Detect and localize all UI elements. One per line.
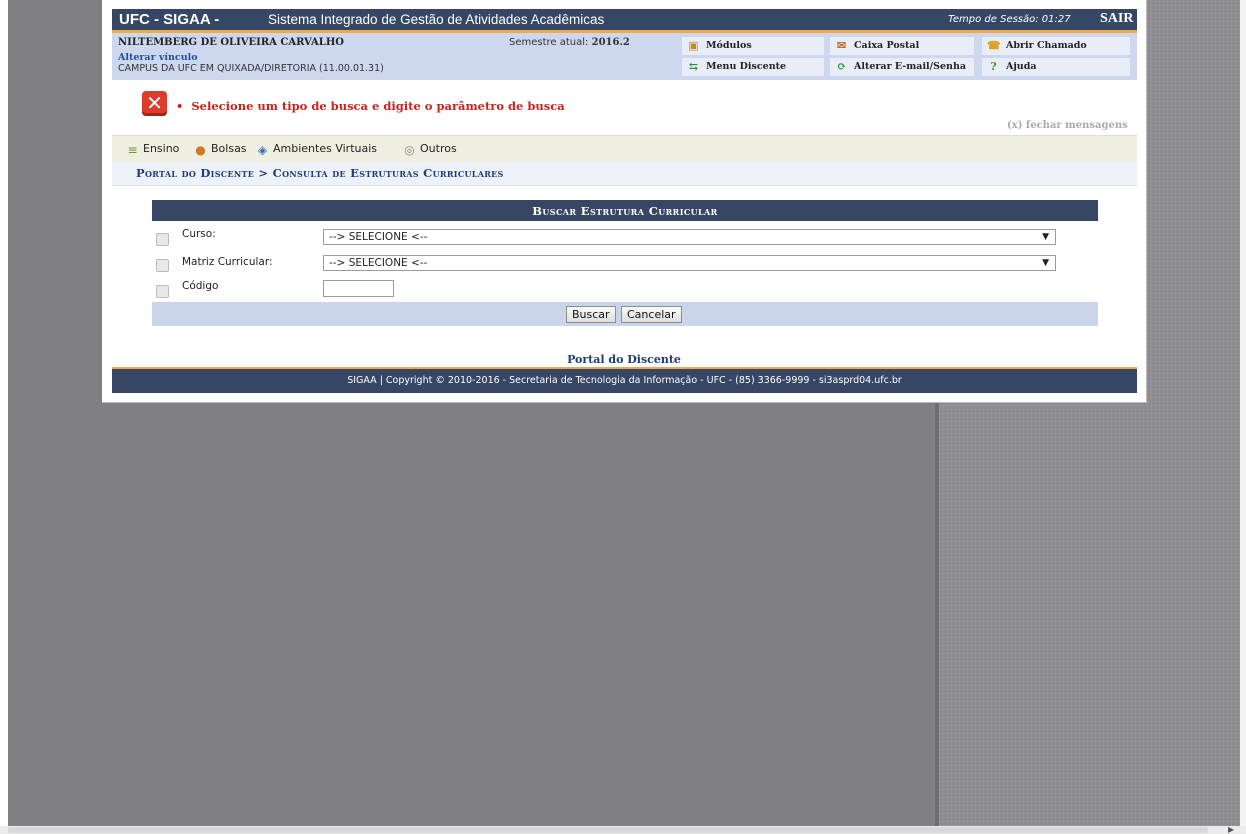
session-timer: Tempo de Sessão: 01:27 [948,14,1071,25]
user-info-bar: NILTEMBERG DE OLIVEIRA CARVALHO Alterar … [112,33,1137,80]
main-menu-bar: ≡ Ensino ● Bolsas ◈ Ambientes Virtuais ◎ Out… [112,135,1137,162]
error-icon: ✕ [142,91,167,116]
matriz-select-value: --> SELECIONE <-- [329,257,428,269]
caixa-postal-button[interactable]: ✉ Caixa Postal [830,37,974,55]
chevron-down-icon: ▼ [1042,258,1049,268]
caixa-postal-label: Caixa Postal [854,40,920,51]
modulos-button[interactable]: ▣ Módulos [682,37,824,55]
person-icon: ● [195,143,206,157]
form-title: Buscar Estrutura Curricular [152,200,1098,221]
refresh-icon: ⟳ [836,60,847,73]
help-icon: ? [990,60,997,73]
portal-discente-link[interactable]: Portal do Discente [102,353,1146,366]
scroll-right-arrow-icon[interactable]: ▶ [1228,825,1234,834]
alterar-email-button[interactable]: ⟳ Alterar E-mail/Senha [830,58,974,76]
copyright-text: SIGAA | Copyright © 2010-2016 - Secretar… [347,375,902,386]
menu-bolsas[interactable]: ● Bolsas [193,142,247,157]
phone-icon: ☎ [987,39,1001,52]
page-title: Portal do Discente > Consulta de Estrutu… [136,166,504,180]
network-icon: ◈ [257,143,268,157]
ajuda-button[interactable]: ? Ajuda [982,58,1130,76]
books-icon: ≡ [127,143,138,157]
close-messages-link[interactable]: (x) fechar mensagens [1007,120,1128,131]
matriz-select[interactable]: --> SELECIONE <-- ▼ [323,255,1056,271]
cube-icon: ▣ [688,39,699,52]
curso-select[interactable]: --> SELECIONE <-- ▼ [323,229,1056,245]
top-banner: UFC - SIGAA - Sistema Integrado de Gestã… [112,9,1137,33]
vertical-scrollbar[interactable] [1240,0,1246,826]
codigo-input[interactable] [323,280,394,297]
globe-icon: ◎ [404,143,415,157]
abrir-chamado-label: Abrir Chamado [1006,40,1087,51]
campus-label: CAMPUS DA UFC EM QUIXADA/DIRETORIA (11.0… [118,63,384,74]
menu-discente-label: Menu Discente [706,61,787,72]
matriz-checkbox[interactable] [156,259,169,272]
search-button[interactable]: Buscar [566,306,616,323]
abrir-chamado-button[interactable]: ☎ Abrir Chamado [982,37,1130,55]
error-message-text: Selecione um tipo de busca e digite o pa… [191,99,565,113]
alterar-email-label: Alterar E-mail/Senha [854,61,967,72]
sigaa-window: UFC - SIGAA - Sistema Integrado de Gestã… [102,0,1147,403]
codigo-label: Código [182,280,219,292]
semester-label: Semestre atual: [509,37,589,48]
search-form: Buscar Estrutura Curricular Curso: --> S… [152,200,1098,326]
brand-title: UFC - SIGAA - [119,11,220,28]
change-link-link[interactable]: Alterar vínculo [118,52,198,63]
menu-ambientes-virtuais[interactable]: ◈ Ambientes Virtuais [255,142,377,157]
curso-select-value: --> SELECIONE <-- [329,231,428,243]
menu-discente-button[interactable]: ⇆ Menu Discente [682,58,824,76]
mailbox-icon: ✉ [836,39,847,52]
chevron-down-icon: ▼ [1042,232,1049,242]
form-actions: Buscar Cancelar [152,302,1098,326]
message-area: ✕ • Selecione um tipo de busca e digite … [112,82,1137,134]
menu-bolsas-label: Bolsas [211,142,247,155]
menu-ambientes-label: Ambientes Virtuais [273,142,378,155]
codigo-checkbox[interactable] [156,285,169,298]
curso-checkbox[interactable] [156,233,169,246]
error-message: • Selecione um tipo de busca e digite o … [176,99,565,113]
logout-button[interactable]: SAIR [1100,11,1133,27]
menu-tree-icon: ⇆ [688,60,699,73]
menu-ensino-label: Ensino [143,142,180,155]
matriz-label: Matriz Curricular: [182,256,273,268]
menu-outros-label: Outros [420,142,457,155]
ajuda-label: Ajuda [1006,61,1037,72]
menu-ensino[interactable]: ≡ Ensino [125,142,179,157]
user-name: NILTEMBERG DE OLIVEIRA CARVALHO [118,37,344,48]
menu-outros[interactable]: ◎ Outros [402,142,457,157]
semester-info: Semestre atual: 2016.2 [509,37,630,48]
modulos-label: Módulos [706,40,752,51]
horizontal-scrollbar-thumb[interactable] [8,827,1208,833]
system-name: Sistema Integrado de Gestão de Atividade… [268,12,605,27]
semester-value: 2016.2 [591,37,630,48]
footer: SIGAA | Copyright © 2010-2016 - Secretar… [112,367,1137,393]
curso-label: Curso: [182,228,216,240]
cancel-button[interactable]: Cancelar [621,306,682,323]
breadcrumb: Portal do Discente > Consulta de Estrutu… [112,162,1137,186]
